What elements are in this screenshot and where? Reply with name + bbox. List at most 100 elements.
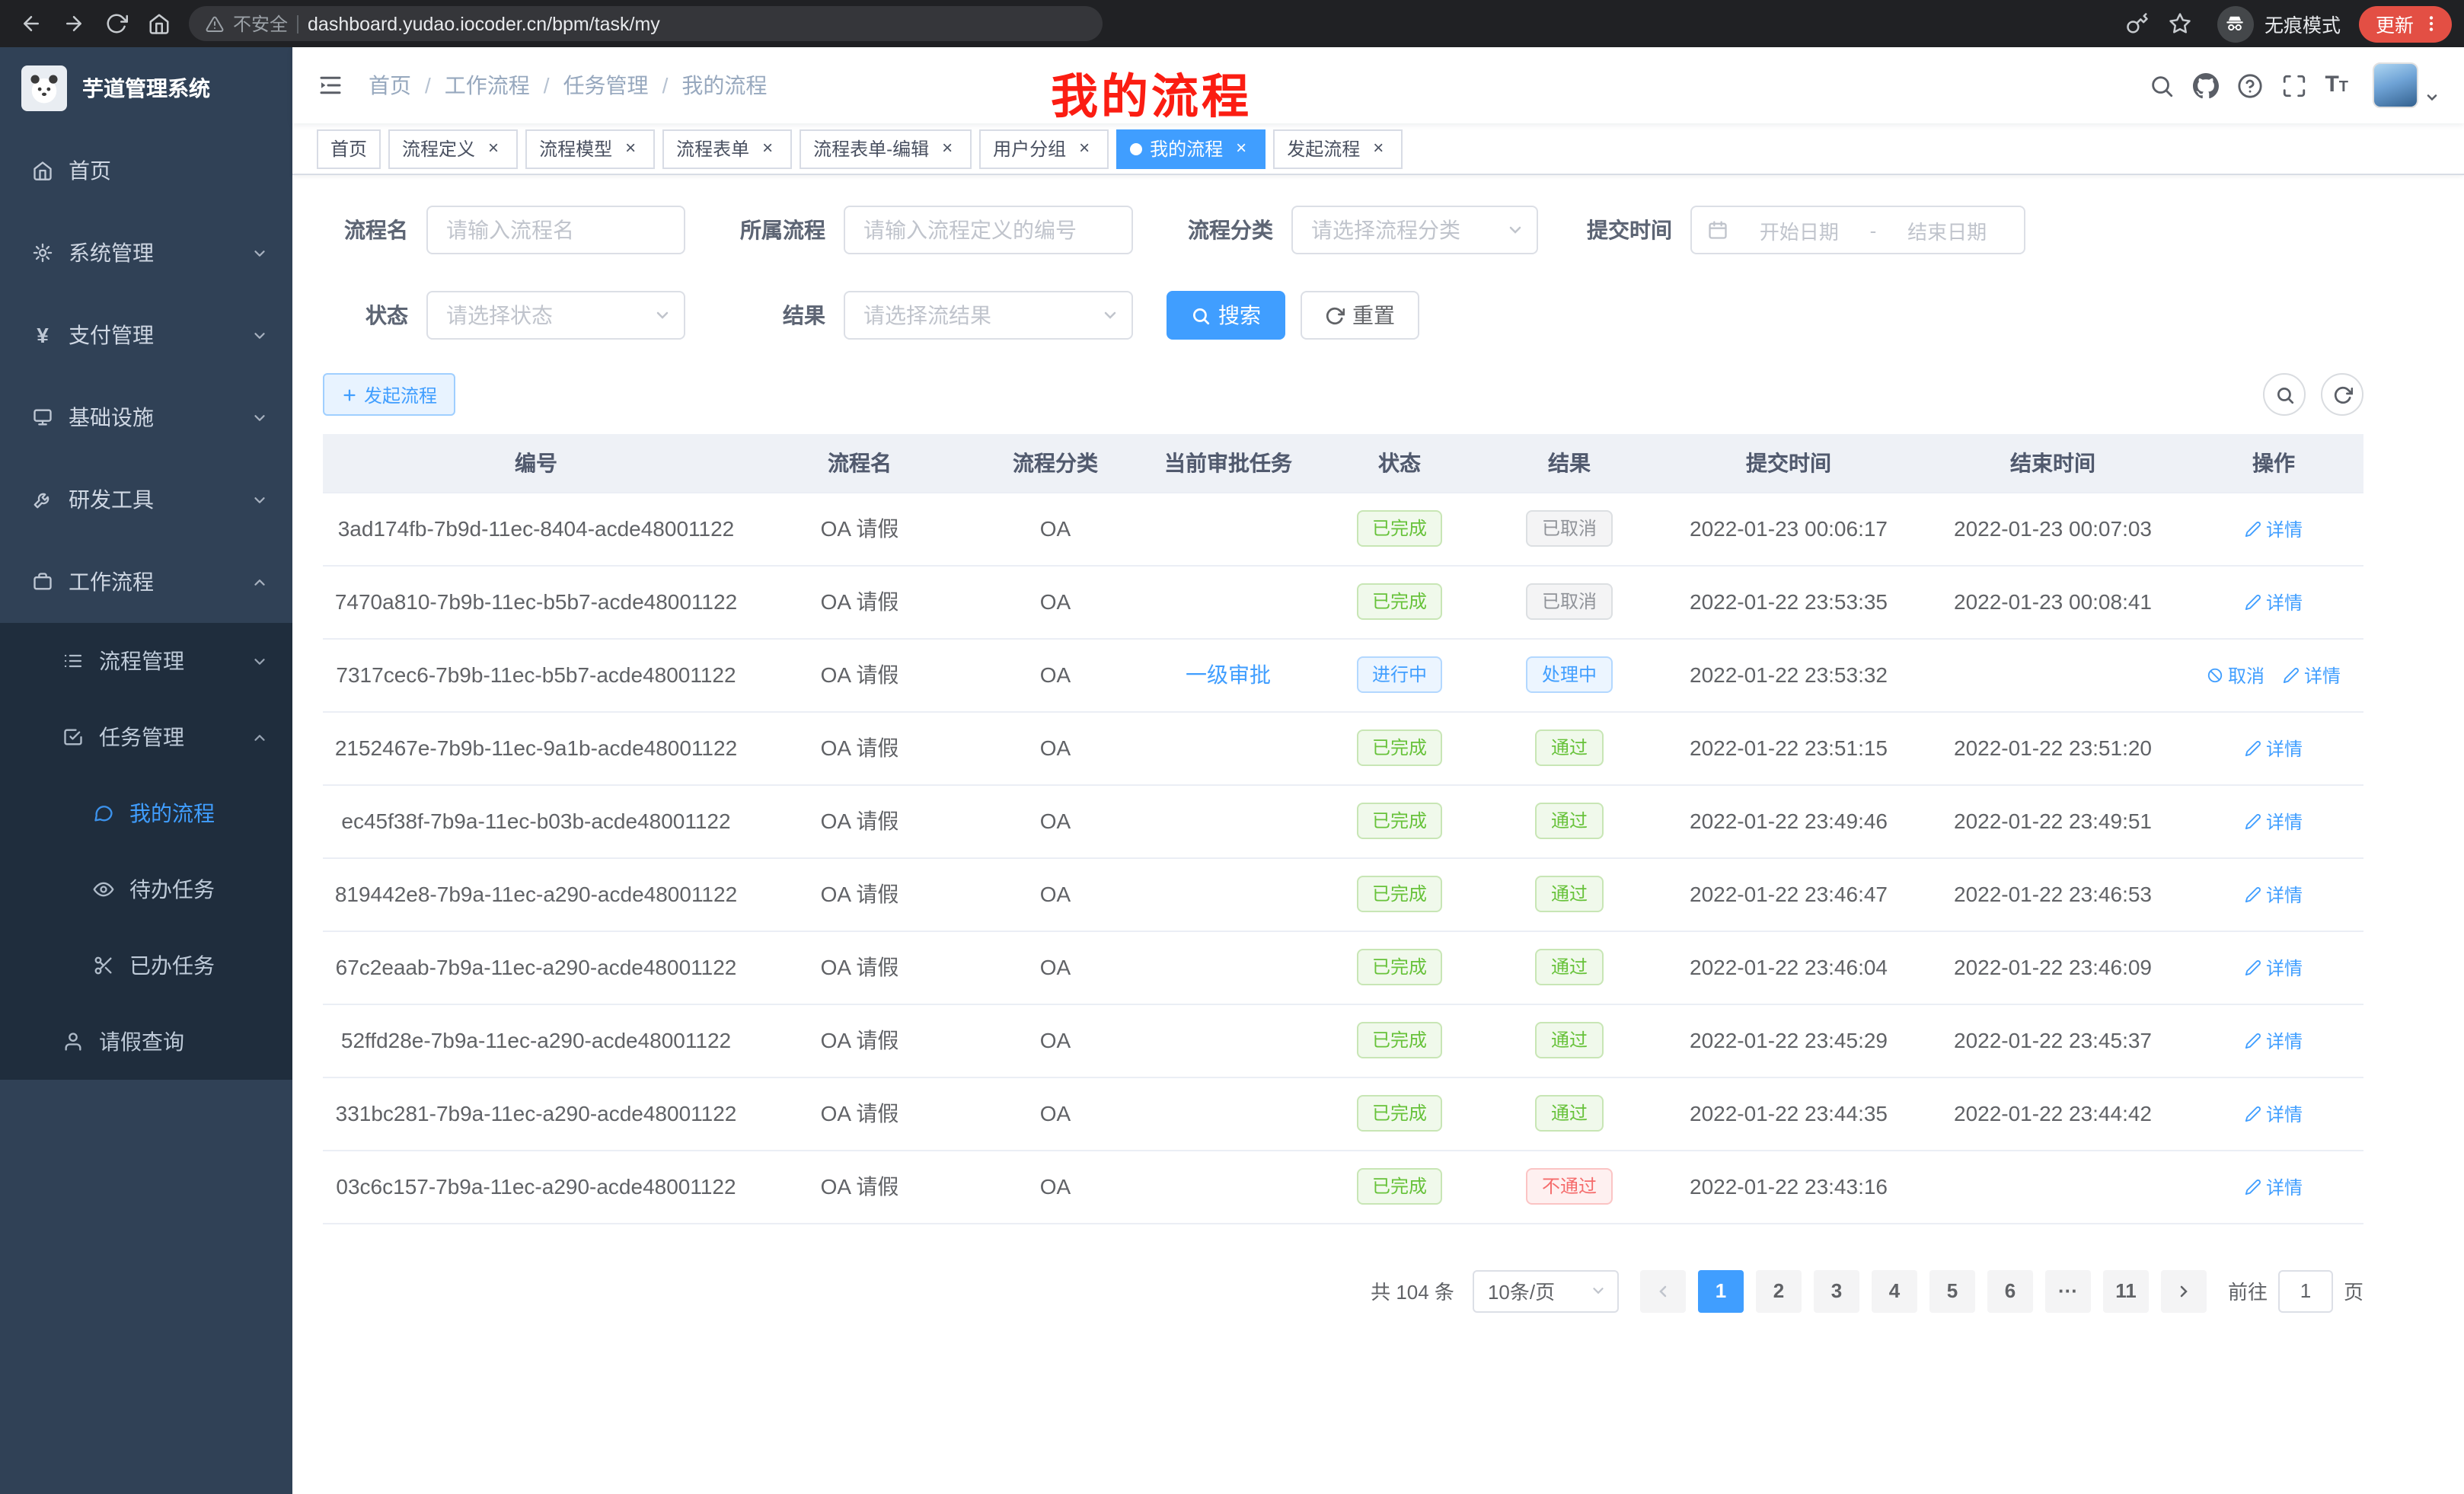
page-button-4[interactable]: 4 [1872,1269,1917,1312]
bookmark-star-icon[interactable] [2162,5,2199,42]
prev-page-button[interactable] [1640,1269,1686,1312]
detail-action[interactable]: 详情 [2245,881,2303,907]
sidebar-item-2[interactable]: ¥支付管理 [0,294,292,376]
next-page-button[interactable] [2161,1269,2207,1312]
sidebar-item-label: 研发工具 [69,484,154,515]
key-icon[interactable] [2120,5,2156,42]
page-size-select[interactable]: 10条/页 [1473,1269,1619,1312]
detail-action[interactable]: 详情 [2245,1173,2303,1199]
category-select[interactable]: 请选择流程分类 [1291,206,1538,254]
page-button-1[interactable]: 1 [1698,1269,1744,1312]
security-label[interactable]: 不安全 [233,11,288,37]
sidebar-item-5[interactable]: 工作流程 [0,541,292,623]
detail-action[interactable]: 详情 [2245,1027,2303,1053]
toggle-search-icon[interactable] [2263,373,2306,416]
refresh-table-icon[interactable] [2321,373,2363,416]
cell-id: 2152467e-7b9b-11ec-9a1b-acde48001122 [323,711,749,784]
home-icon[interactable] [140,5,177,42]
status-tag: 已完成 [1357,583,1442,620]
breadcrumb-item-2[interactable]: 任务管理 [563,70,649,101]
update-button[interactable]: 更新 [2359,5,2452,42]
status-tag: 已完成 [1357,510,1442,547]
forward-icon[interactable] [55,5,91,42]
task-link[interactable]: 一级审批 [1186,662,1271,687]
sidebar-item-4[interactable]: 研发工具 [0,458,292,541]
tab-2[interactable]: 流程模型× [525,129,655,168]
tab-7[interactable]: 发起流程× [1273,129,1403,168]
detail-action[interactable]: 详情 [2245,954,2303,980]
cell-id: 7470a810-7b9b-11ec-b5b7-acde48001122 [323,565,749,638]
page-button-3[interactable]: 3 [1814,1269,1859,1312]
end-date-placeholder[interactable]: 结束日期 [1885,215,2009,244]
breadcrumb-item-0[interactable]: 首页 [369,70,411,101]
more-pages-button[interactable]: ··· [2045,1269,2091,1312]
font-size-icon[interactable]: TT [2325,72,2348,99]
result-select[interactable]: 请选择流结果 [844,291,1133,340]
browser-menu-icon[interactable] [2421,14,2441,34]
process-def-input[interactable] [844,206,1133,254]
sidebar-item-8[interactable]: 我的流程 [0,775,292,851]
fullscreen-icon[interactable] [2280,72,2306,98]
detail-action[interactable]: 详情 [2245,808,2303,834]
detail-action[interactable]: 详情 [2245,516,2303,541]
sidebar-item-6[interactable]: 流程管理 [0,623,292,699]
warning-icon [206,14,224,33]
page-button-6[interactable]: 6 [1987,1269,2033,1312]
github-icon[interactable] [2192,72,2218,98]
cell-category: OA [970,1004,1141,1077]
search-icon[interactable] [2148,72,2174,98]
user-menu[interactable] [2373,62,2440,108]
start-date-placeholder[interactable]: 开始日期 [1738,215,1861,244]
result-tag: 处理中 [1527,656,1612,693]
detail-action[interactable]: 详情 [2245,589,2303,615]
sidebar-item-0[interactable]: 首页 [0,129,292,212]
sidebar-item-1[interactable]: 系统管理 [0,212,292,294]
tab-5[interactable]: 用户分组× [979,129,1109,168]
detail-action[interactable]: 详情 [2245,735,2303,761]
close-icon[interactable]: × [757,138,778,159]
help-icon[interactable] [2236,72,2262,98]
sidebar-item-10[interactable]: 已办任务 [0,927,292,1004]
url-text[interactable]: dashboard.yudao.iocoder.cn/bpm/task/my [308,13,660,34]
sidebar-item-11[interactable]: 请假查询 [0,1004,292,1080]
search-button[interactable]: 搜索 [1167,291,1285,340]
page-button-2[interactable]: 2 [1756,1269,1802,1312]
tab-3[interactable]: 流程表单× [662,129,792,168]
close-icon[interactable]: × [483,138,504,159]
column-header-1: 流程名 [749,434,970,492]
sidebar-item-3[interactable]: 基础设施 [0,376,292,458]
detail-action[interactable]: 详情 [2283,662,2341,688]
tab-0[interactable]: 首页 [317,129,381,168]
page-button-11[interactable]: 11 [2103,1269,2149,1312]
page-button-5[interactable]: 5 [1929,1269,1975,1312]
goto-suffix: 页 [2344,1276,2363,1305]
sidebar-item-7[interactable]: 任务管理 [0,699,292,775]
goto-page-input[interactable] [2278,1269,2333,1312]
date-range-picker[interactable]: 开始日期 - 结束日期 [1690,206,2025,254]
tab-6[interactable]: 我的流程× [1116,129,1266,168]
sidebar-item-9[interactable]: 待办任务 [0,851,292,927]
back-icon[interactable] [12,5,49,42]
tab-4[interactable]: 流程表单-编辑× [800,129,972,168]
refresh-icon[interactable] [97,5,134,42]
close-icon[interactable]: × [620,138,641,159]
process-name-input[interactable] [426,206,685,254]
create-process-button[interactable]: 发起流程 [323,373,455,416]
status-select[interactable]: 请选择状态 [426,291,685,340]
tab-1[interactable]: 流程定义× [388,129,518,168]
cell-category: OA [970,857,1141,931]
close-icon[interactable]: × [1368,138,1389,159]
filter-process-name: 流程名 [323,206,685,254]
address-bar[interactable]: 不安全 dashboard.yudao.iocoder.cn/bpm/task/… [189,6,1103,41]
close-icon[interactable]: × [937,138,958,159]
breadcrumb-item-1[interactable]: 工作流程 [445,70,530,101]
cancel-action[interactable]: 取消 [2207,662,2265,688]
app-logo[interactable]: 芋道管理系统 [0,47,292,129]
detail-action[interactable]: 详情 [2245,1100,2303,1126]
hamburger-icon[interactable] [317,72,344,99]
close-icon[interactable]: × [1230,138,1252,159]
reset-button[interactable]: 重置 [1301,291,1419,340]
avatar[interactable] [2373,62,2418,108]
close-icon[interactable]: × [1074,138,1095,159]
tool-icon [30,489,55,510]
